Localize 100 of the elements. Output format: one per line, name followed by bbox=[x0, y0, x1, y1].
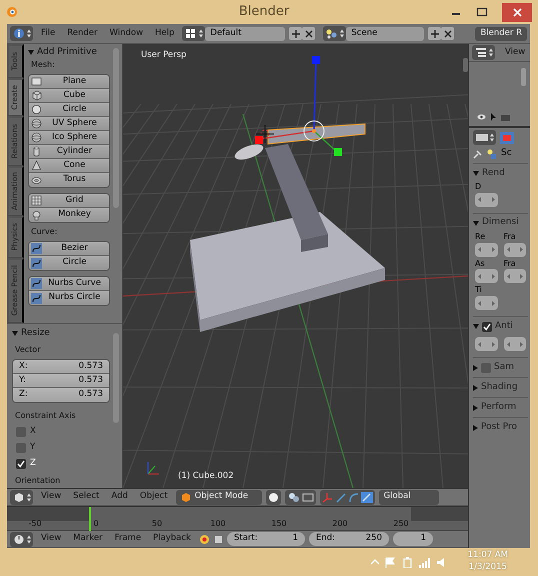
menu-item[interactable]: Marker bbox=[69, 534, 107, 544]
delete-button[interactable] bbox=[302, 27, 316, 40]
maximize-icon[interactable] bbox=[476, 7, 488, 17]
disclosure-triangle-icon[interactable] bbox=[473, 404, 478, 411]
editor-type-button[interactable] bbox=[10, 532, 33, 546]
pin-icon[interactable] bbox=[473, 149, 483, 159]
add-primitive-button[interactable]: UV Sphere bbox=[29, 117, 109, 131]
menu-item[interactable]: View bbox=[501, 48, 530, 58]
checkbox-label: X bbox=[30, 427, 36, 437]
menu-item[interactable]: Help bbox=[151, 28, 178, 38]
number-field[interactable] bbox=[504, 337, 526, 352]
editor-type-button[interactable] bbox=[10, 26, 33, 41]
disclosure-triangle-icon[interactable] bbox=[473, 384, 478, 391]
add-primitive-button[interactable]: Cube bbox=[29, 89, 109, 103]
layout-field[interactable]: Default bbox=[205, 26, 286, 40]
number-field[interactable]: X: 0.573 bbox=[13, 360, 109, 374]
menu-item[interactable]: View bbox=[37, 534, 66, 544]
disclosure-triangle-icon[interactable] bbox=[28, 50, 34, 55]
editor-type-button[interactable] bbox=[473, 130, 496, 145]
number-field[interactable]: Y: 0.573 bbox=[13, 374, 109, 388]
field-label: Y: bbox=[19, 376, 26, 386]
scrollbar[interactable] bbox=[113, 333, 119, 423]
number-field[interactable] bbox=[475, 192, 498, 207]
editor-type-button[interactable] bbox=[472, 45, 495, 60]
add-primitive-button[interactable]: Circle bbox=[29, 256, 109, 270]
panel-title: Add Primitive bbox=[37, 48, 97, 58]
end-frame-field[interactable]: End: 250 bbox=[308, 532, 389, 546]
add-primitive-button[interactable]: Nurbs Circle bbox=[29, 291, 109, 305]
checkmark-icon bbox=[17, 460, 25, 468]
add-primitive-button[interactable]: Nurbs Curve bbox=[29, 277, 109, 291]
disclosure-triangle-icon[interactable] bbox=[12, 331, 18, 336]
number-field[interactable] bbox=[475, 296, 498, 310]
updown-arrows-icon bbox=[27, 534, 31, 544]
add-primitive-button[interactable]: Plane bbox=[29, 75, 109, 89]
delete-button[interactable] bbox=[441, 27, 454, 40]
render-engine-dropdown[interactable]: Blender R bbox=[475, 26, 527, 40]
number-field[interactable]: Z: 0.573 bbox=[13, 388, 109, 402]
orientation-dropdown[interactable]: Global bbox=[378, 490, 439, 504]
menu-item[interactable]: Window bbox=[106, 28, 148, 38]
menu-item[interactable]: Select bbox=[69, 492, 104, 502]
menu-item[interactable]: Frame bbox=[110, 534, 146, 544]
menu-item[interactable]: Add bbox=[107, 492, 132, 502]
menu-item[interactable]: File bbox=[37, 28, 60, 38]
add-primitive-button[interactable]: Bezier bbox=[29, 242, 109, 256]
current-frame-field[interactable]: 1 bbox=[392, 532, 433, 546]
add-primitive-button[interactable]: Monkey bbox=[29, 208, 109, 222]
left-arrow-icon bbox=[506, 342, 510, 347]
scrollbar[interactable] bbox=[521, 68, 526, 86]
cursor-icon[interactable] bbox=[490, 113, 497, 122]
disclosure-triangle-icon[interactable] bbox=[473, 424, 478, 431]
checkbox[interactable] bbox=[16, 459, 26, 469]
menu-item[interactable]: Render bbox=[63, 28, 102, 38]
updown-arrows-icon bbox=[27, 29, 31, 38]
shading-dropdown[interactable] bbox=[266, 490, 281, 504]
keyframe-icon[interactable] bbox=[214, 534, 223, 544]
left-arrow-icon bbox=[478, 247, 481, 252]
add-primitive-button[interactable]: Circle bbox=[29, 103, 109, 117]
number-field[interactable] bbox=[475, 337, 498, 352]
mode-dropdown[interactable]: Object Mode bbox=[176, 490, 262, 504]
add-primitive-button[interactable]: Grid bbox=[29, 194, 109, 208]
grid-icon bbox=[31, 195, 42, 206]
editor-type-button[interactable] bbox=[182, 26, 206, 41]
number-field[interactable] bbox=[475, 269, 498, 284]
editor-type-button[interactable] bbox=[10, 490, 33, 504]
updown-arrows-icon bbox=[340, 29, 344, 38]
menu-item[interactable]: View bbox=[37, 492, 66, 502]
number-field[interactable] bbox=[504, 242, 526, 257]
add-primitive-button[interactable]: Torus bbox=[29, 173, 109, 187]
disclosure-triangle-icon[interactable] bbox=[473, 171, 479, 176]
scrollbar[interactable] bbox=[113, 48, 119, 208]
checkbox-label: Z bbox=[30, 459, 36, 469]
add-primitive-button[interactable]: Ico Sphere bbox=[29, 131, 109, 145]
checkbox[interactable] bbox=[16, 427, 26, 437]
checkbox[interactable] bbox=[481, 362, 491, 373]
axis-icon bbox=[148, 462, 160, 474]
eye-icon[interactable] bbox=[477, 113, 486, 121]
menu-item[interactable]: Playback bbox=[149, 534, 195, 544]
menu-item[interactable]: Object bbox=[136, 492, 172, 502]
number-field[interactable] bbox=[475, 242, 498, 257]
scene-field[interactable]: Scene bbox=[346, 26, 424, 40]
right-arrow-icon bbox=[520, 274, 523, 279]
editor-type-button[interactable] bbox=[323, 26, 346, 41]
scrollbar[interactable] bbox=[463, 58, 468, 72]
checkbox[interactable] bbox=[16, 443, 26, 453]
panel-title: Post Pro bbox=[481, 422, 517, 433]
disclosure-triangle-icon[interactable] bbox=[473, 220, 479, 226]
field-label: Ti bbox=[475, 286, 483, 296]
record-icon[interactable] bbox=[198, 534, 210, 544]
pivot-dropdown[interactable] bbox=[284, 490, 316, 504]
add-primitive-button[interactable]: Cylinder bbox=[29, 145, 109, 159]
close-button[interactable] bbox=[502, 2, 532, 22]
number-field[interactable] bbox=[504, 269, 526, 284]
manipulator-toggle-group[interactable] bbox=[320, 490, 375, 504]
add-button[interactable] bbox=[428, 27, 442, 40]
add-primitive-button[interactable]: Cone bbox=[29, 159, 109, 173]
start-frame-field[interactable]: Start: 1 bbox=[226, 532, 305, 546]
pivot-icon bbox=[286, 492, 301, 502]
checkbox[interactable] bbox=[482, 322, 492, 332]
info-icon bbox=[12, 28, 26, 39]
add-button[interactable] bbox=[289, 27, 302, 40]
